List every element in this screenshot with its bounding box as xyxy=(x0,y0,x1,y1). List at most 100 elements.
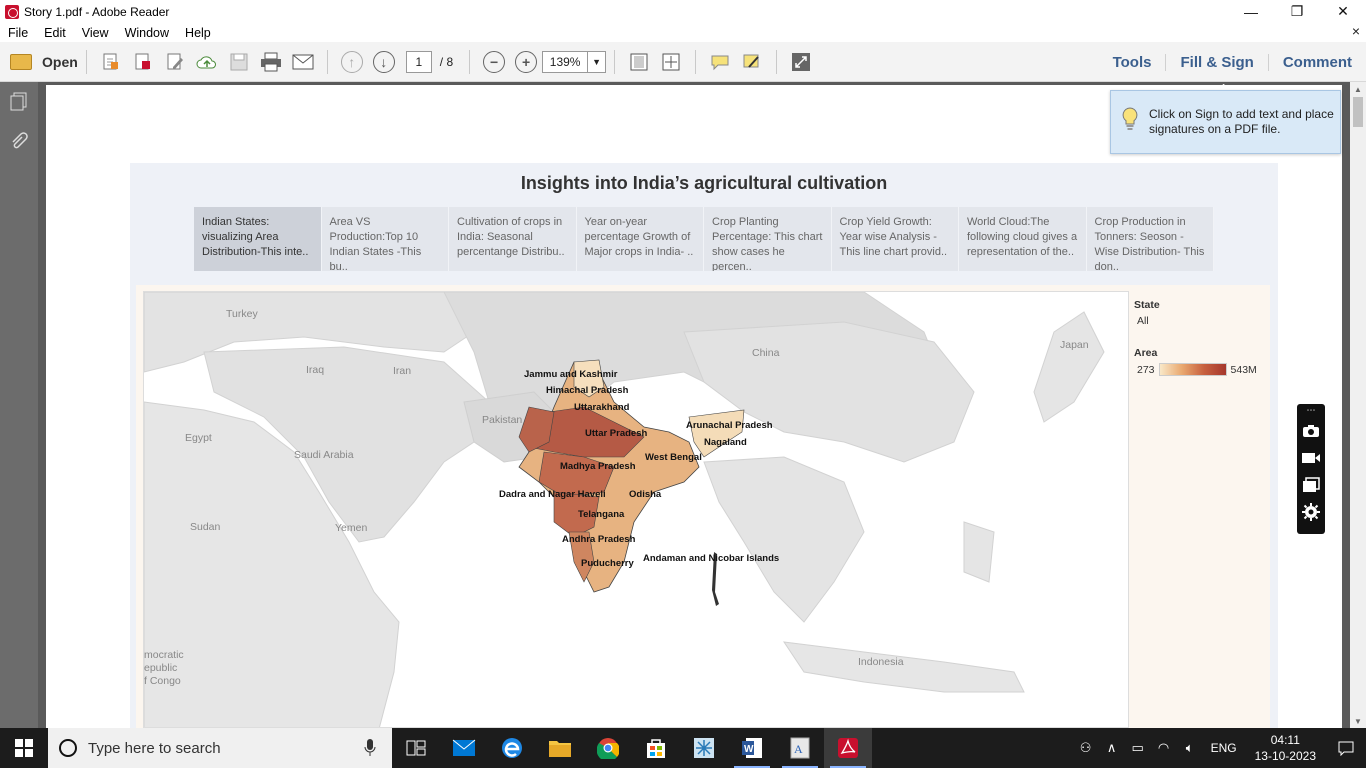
state-label-telangana: Telangana xyxy=(578,509,625,520)
mail-app-icon[interactable] xyxy=(440,728,488,768)
vertical-scrollbar[interactable]: ▲ ▼ xyxy=(1350,82,1366,728)
map-label-japan: Japan xyxy=(1060,339,1089,351)
story-point-3[interactable]: Cultivation of crops in India: Seasonal … xyxy=(449,207,577,271)
close-document-icon[interactable]: × xyxy=(1352,23,1360,39)
story-point-8[interactable]: Crop Production in Tonners: Seoson -Wise… xyxy=(1086,207,1214,271)
comment-bubble-icon[interactable] xyxy=(707,49,733,75)
clock-date: 13-10-2023 xyxy=(1254,749,1316,763)
area-color-scale: 273 543M xyxy=(1134,363,1264,376)
window-capture-icon[interactable] xyxy=(1297,471,1325,498)
tools-tab[interactable]: Tools xyxy=(1099,54,1166,71)
search-placeholder: Type here to search xyxy=(88,739,221,757)
snip-tool-icon[interactable] xyxy=(680,728,728,768)
people-icon[interactable]: ⚇ xyxy=(1073,728,1099,768)
state-label-odisha: Odisha xyxy=(629,489,662,500)
map-label-drc-3: f Congo xyxy=(144,675,181,687)
toolbar-separator xyxy=(469,49,471,74)
fullscreen-icon[interactable] xyxy=(788,49,814,75)
map-label-pakistan: Pakistan xyxy=(482,414,522,426)
fit-page-icon[interactable] xyxy=(626,49,652,75)
story-point-5[interactable]: Crop Planting Percentage: This chart sho… xyxy=(704,207,832,271)
scroll-down-icon[interactable]: ▼ xyxy=(1350,714,1366,728)
zoom-out-icon[interactable]: − xyxy=(483,50,506,73)
next-page-icon[interactable]: ↓ xyxy=(372,50,395,73)
create-pdf-icon[interactable] xyxy=(98,49,124,75)
tableau-story: Insights into India’s agricultural culti… xyxy=(130,163,1278,728)
clock[interactable]: 04:11 13-10-2023 xyxy=(1255,732,1316,764)
battery-icon[interactable]: ▭ xyxy=(1125,728,1151,768)
page-number-input[interactable]: 1 xyxy=(405,50,432,73)
navigation-pane xyxy=(0,82,38,728)
state-filter-value[interactable]: All xyxy=(1137,315,1264,327)
india-area-map[interactable]: Turkey Iraq Iran Egypt Saudi Arabia Paki… xyxy=(143,291,1129,728)
more-options-icon[interactable]: ⋯ xyxy=(1297,404,1325,417)
settings-gear-icon[interactable] xyxy=(1297,498,1325,525)
highlight-icon[interactable] xyxy=(739,49,765,75)
zoom-select[interactable]: 139% ▼ xyxy=(542,50,607,73)
notification-icon[interactable] xyxy=(1326,728,1366,768)
story-title: Insights into India’s agricultural culti… xyxy=(520,173,888,193)
area-gradient-bar xyxy=(1158,363,1227,376)
fill-sign-tab[interactable]: Fill & Sign xyxy=(1165,53,1267,71)
map-legend: State All Area 273 543M xyxy=(1134,299,1264,376)
map-label-iran: Iran xyxy=(393,365,411,377)
philippines-land xyxy=(963,521,995,583)
taskbar-search-box[interactable]: Type here to search xyxy=(48,728,392,768)
zoom-in-icon[interactable]: + xyxy=(515,50,538,73)
wifi-icon[interactable]: ◠ xyxy=(1151,728,1177,768)
save-icon[interactable] xyxy=(226,49,252,75)
story-point-1[interactable]: Indian States: visualizing Area Distribu… xyxy=(194,207,322,271)
camera-icon[interactable] xyxy=(1297,417,1325,444)
map-label-yemen: Yemen xyxy=(335,522,367,534)
windows-start-icon[interactable] xyxy=(0,728,48,768)
font-viewer-icon[interactable]: A xyxy=(776,728,824,768)
microphone-icon[interactable] xyxy=(364,739,376,757)
export-pdf-icon[interactable] xyxy=(130,49,156,75)
story-point-7[interactable]: World Cloud:The following cloud gives a … xyxy=(959,207,1087,271)
scroll-thumb[interactable] xyxy=(1353,97,1363,127)
email-icon[interactable] xyxy=(290,49,316,75)
map-label-turkey: Turkey xyxy=(226,308,258,320)
close-button[interactable]: ✕ xyxy=(1320,0,1366,23)
map-label-iraq: Iraq xyxy=(306,364,324,376)
volume-icon[interactable]: 🔈︎ xyxy=(1177,728,1203,768)
lightbulb-icon xyxy=(1122,107,1138,130)
minimize-button[interactable]: — xyxy=(1228,0,1274,23)
file-explorer-icon[interactable] xyxy=(536,728,584,768)
word-app-icon[interactable]: W xyxy=(728,728,776,768)
page-thumbnails-icon[interactable] xyxy=(0,82,38,122)
language-indicator[interactable]: ENG xyxy=(1211,741,1237,755)
restore-button[interactable]: ❐ xyxy=(1274,0,1320,23)
story-point-2[interactable]: Area VS Production:Top 10 Indian States … xyxy=(321,207,449,271)
open-button[interactable]: Open xyxy=(10,47,78,77)
print-icon[interactable] xyxy=(258,49,284,75)
map-label-drc-2: epublic xyxy=(144,662,177,674)
edit-pdf-icon[interactable] xyxy=(162,49,188,75)
menu-view[interactable]: View xyxy=(74,26,117,40)
toolbar-separator xyxy=(776,49,778,74)
task-view-icon[interactable] xyxy=(392,728,440,768)
story-point-4[interactable]: Year on-year percentage Growth of Major … xyxy=(576,207,704,271)
comment-tab[interactable]: Comment xyxy=(1267,53,1366,71)
tip-collapse-icon[interactable]: ⌃ xyxy=(1219,82,1228,95)
attachments-icon[interactable] xyxy=(0,122,38,162)
store-app-icon[interactable] xyxy=(632,728,680,768)
adobe-reader-taskbar-icon[interactable] xyxy=(824,728,872,768)
scroll-up-icon[interactable]: ▲ xyxy=(1350,82,1366,96)
previous-page-icon[interactable]: ↑ xyxy=(340,50,363,73)
story-point-6[interactable]: Crop Yield Growth: Year wise Analysis - … xyxy=(831,207,959,271)
chevron-up-icon[interactable]: ∧ xyxy=(1099,728,1125,768)
menu-file[interactable]: File xyxy=(0,26,36,40)
fit-width-icon[interactable] xyxy=(658,49,684,75)
chrome-browser-icon[interactable] xyxy=(584,728,632,768)
upload-cloud-icon[interactable] xyxy=(194,49,220,75)
state-label-arunachal-pradesh: Arunachal Pradesh xyxy=(686,420,773,431)
menu-help[interactable]: Help xyxy=(177,26,219,40)
edge-browser-icon[interactable] xyxy=(488,728,536,768)
menu-window[interactable]: Window xyxy=(117,26,177,40)
video-record-icon[interactable] xyxy=(1297,444,1325,471)
chevron-down-icon[interactable]: ▼ xyxy=(587,51,605,72)
map-label-indonesia: Indonesia xyxy=(858,656,904,668)
state-label-west-bengal: West Bengal xyxy=(645,452,702,463)
menu-edit[interactable]: Edit xyxy=(36,26,74,40)
